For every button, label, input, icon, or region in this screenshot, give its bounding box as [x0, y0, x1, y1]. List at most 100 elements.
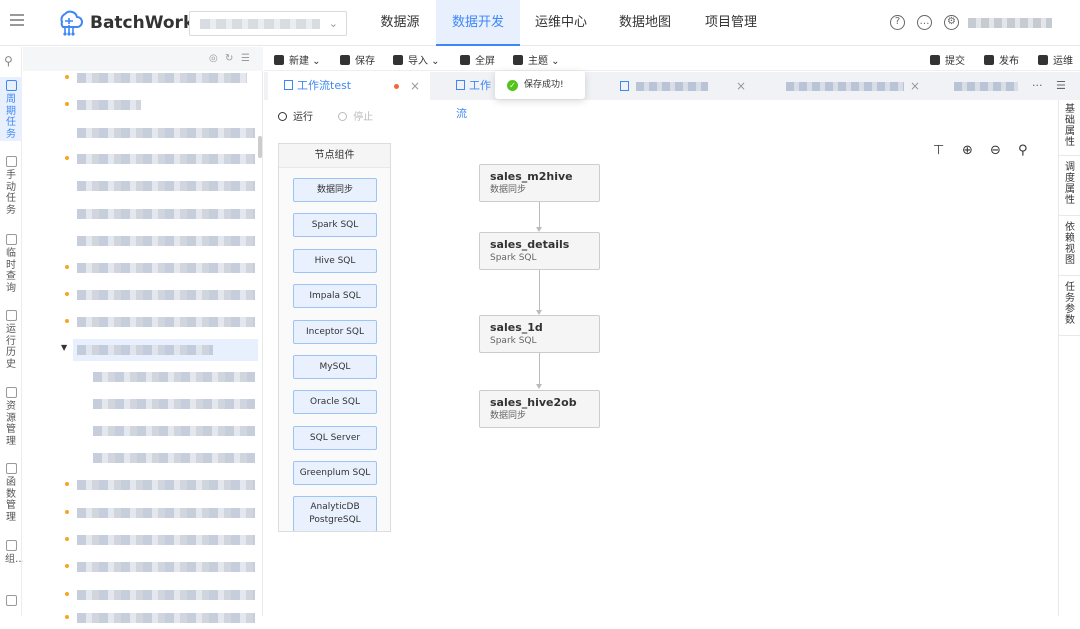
tab-redacted-1[interactable]: ×: [604, 72, 754, 100]
tree-row[interactable]: [23, 502, 258, 524]
rail-manual-task[interactable]: 手动任务: [0, 153, 22, 217]
import-button[interactable]: 导入 ⌄: [393, 52, 440, 67]
palette-item[interactable]: Oracle SQL: [293, 390, 377, 414]
nav-data-dev[interactable]: 数据开发: [436, 0, 520, 46]
tree-row[interactable]: [23, 67, 258, 89]
palette-item-analyticdb[interactable]: AnalyticDB PostgreSQL: [293, 496, 377, 531]
refresh-icon[interactable]: ↻: [225, 53, 233, 64]
stop-button[interactable]: 停止: [338, 108, 373, 123]
edge: [539, 352, 540, 385]
run-button[interactable]: 运行: [278, 108, 313, 123]
check-circle-icon: ✓: [507, 80, 518, 91]
tab-workflow-2[interactable]: 工作流: [440, 72, 500, 120]
close-icon[interactable]: ×: [736, 72, 746, 100]
top-nav-bar: BatchWorks ⌄ 数据源 数据开发 运维中心 数据地图 项目管理 ? ……: [0, 0, 1080, 46]
tree-row[interactable]: [23, 366, 258, 388]
palette-item[interactable]: Spark SQL: [293, 213, 377, 237]
palette-item[interactable]: 数据同步: [293, 178, 377, 202]
zoom-in-icon[interactable]: ⊕: [962, 143, 973, 158]
palette-item[interactable]: Impala SQL: [293, 284, 377, 308]
search-icon[interactable]: ⚲: [4, 54, 13, 68]
message-icon[interactable]: …: [917, 15, 932, 30]
workflow-node[interactable]: sales_hive2ob 数据同步: [479, 390, 600, 428]
tab-workflow-test[interactable]: 工作流test ×: [268, 72, 430, 100]
list-icon[interactable]: ☰: [1056, 72, 1066, 100]
nav-ops-center[interactable]: 运维中心: [528, 0, 594, 46]
submit-button[interactable]: 提交: [930, 52, 965, 67]
rail-periodic-task[interactable]: 周期任务: [0, 77, 22, 141]
tab-redacted-3[interactable]: [944, 72, 1024, 100]
tree-row[interactable]: [23, 474, 258, 496]
save-button[interactable]: 保存: [340, 52, 375, 67]
workflow-node[interactable]: sales_details Spark SQL: [479, 232, 600, 270]
rail-temp-query[interactable]: 临时查询: [0, 231, 22, 295]
workflow-node[interactable]: sales_1d Spark SQL: [479, 315, 600, 353]
close-icon[interactable]: ×: [910, 72, 920, 100]
tree-row[interactable]: [23, 284, 258, 306]
tree-row[interactable]: [23, 607, 258, 629]
tree-scrollbar[interactable]: [258, 136, 262, 158]
nav-datasource[interactable]: 数据源: [372, 0, 428, 46]
rail-resource-mgmt[interactable]: 资源管理: [0, 384, 22, 448]
workflow-node[interactable]: sales_m2hive 数据同步: [479, 164, 600, 202]
zoom-out-icon[interactable]: ⊖: [990, 143, 1001, 158]
tree-row[interactable]: [23, 94, 258, 116]
settings-icon[interactable]: ⚙: [944, 15, 959, 30]
more-tabs-icon[interactable]: ···: [1032, 72, 1043, 100]
play-icon: [278, 112, 287, 121]
publish-button[interactable]: 发布: [984, 52, 1019, 67]
list-icon[interactable]: ☰: [241, 53, 250, 64]
tree-row[interactable]: [23, 447, 258, 469]
task-tree-panel: ◎ ↻ ☰ ▼: [23, 47, 263, 623]
shirt-icon: [513, 55, 523, 65]
tree-row[interactable]: [23, 203, 258, 225]
tree-row-selected[interactable]: ▼: [61, 339, 258, 361]
document-icon: [5, 156, 17, 167]
tree-row[interactable]: [23, 175, 258, 197]
nav-data-map[interactable]: 数据地图: [612, 0, 678, 46]
history-icon: [5, 310, 17, 321]
chevron-down-icon: ⌄: [328, 17, 338, 30]
close-icon[interactable]: ×: [410, 72, 420, 100]
tree-row[interactable]: [23, 556, 258, 578]
fullscreen-button[interactable]: 全屏: [460, 52, 495, 67]
tree-row[interactable]: [23, 311, 258, 333]
palette-item[interactable]: SQL Server: [293, 426, 377, 450]
rail-function-mgmt[interactable]: 函数管理: [0, 460, 22, 524]
search-icon[interactable]: ⚲: [1018, 143, 1028, 158]
palette-item[interactable]: MySQL: [293, 355, 377, 379]
theme-button[interactable]: 主题 ⌄: [513, 52, 560, 67]
rail-component[interactable]: 组…: [0, 537, 25, 581]
tree-row[interactable]: [23, 420, 258, 442]
rail-run-history[interactable]: 运行历史: [0, 307, 22, 371]
right-tab-task-params[interactable]: 任务参数: [1059, 276, 1080, 336]
tree-row[interactable]: [23, 230, 258, 252]
tree-row[interactable]: [23, 257, 258, 279]
new-button[interactable]: 新建 ⌄: [274, 52, 321, 67]
palette-item[interactable]: Greenplum SQL: [293, 461, 377, 485]
editor-toolbar: 新建 ⌄ 保存 导入 ⌄ 全屏 主题 ⌄ 提交 发布 运维: [264, 47, 1080, 71]
palette-item[interactable]: Hive SQL: [293, 249, 377, 273]
right-tab-basic-props[interactable]: 基础属性: [1059, 100, 1080, 156]
stop-icon: [338, 112, 348, 121]
right-tab-dependency-view[interactable]: 依赖视图: [1059, 216, 1080, 276]
menu-icon[interactable]: [10, 14, 26, 28]
tree-row[interactable]: [23, 393, 258, 415]
rail-more[interactable]: [0, 592, 22, 610]
right-tab-schedule-props[interactable]: 调度属性: [1059, 156, 1080, 216]
tree-row[interactable]: [23, 148, 258, 170]
tree-row[interactable]: [23, 584, 258, 606]
tree-row[interactable]: [23, 529, 258, 551]
palette-item[interactable]: Inceptor SQL: [293, 320, 377, 344]
tab-redacted-2[interactable]: ×: [776, 72, 926, 100]
tree-row[interactable]: [23, 122, 258, 144]
nav-project-mgmt[interactable]: 项目管理: [698, 0, 764, 46]
project-select[interactable]: ⌄: [189, 11, 347, 36]
locate-icon[interactable]: ◎: [209, 53, 218, 64]
query-icon: [5, 234, 17, 245]
layout-icon[interactable]: ⊤: [933, 143, 944, 158]
ops-button[interactable]: 运维: [1038, 52, 1073, 67]
plus-icon: [274, 55, 284, 65]
help-icon[interactable]: ?: [890, 15, 905, 30]
user-account-redacted[interactable]: [968, 18, 1052, 28]
